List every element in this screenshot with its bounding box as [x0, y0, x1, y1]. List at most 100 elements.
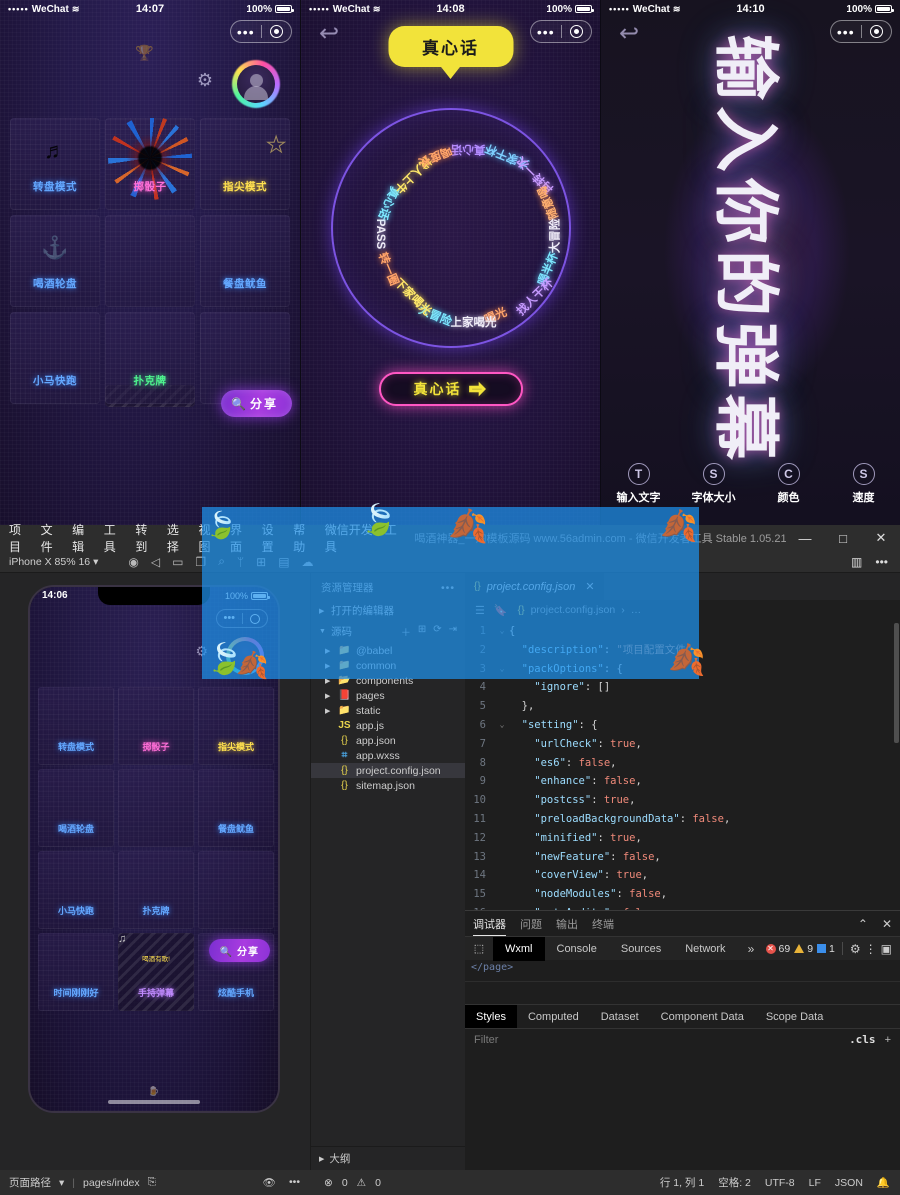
version-control-icon[interactable]: ᛘ	[237, 555, 244, 569]
editor-tab-project-config[interactable]: {} project.config.json ✕	[465, 573, 604, 600]
game-tile[interactable]: ⚓ 喝酒轮盘	[10, 215, 100, 307]
collapse-panel-icon[interactable]: ⌃	[858, 917, 868, 931]
more-actions-icon[interactable]: •••	[441, 582, 455, 594]
game-tile[interactable]: 掷骰子	[118, 687, 194, 765]
refresh-icon[interactable]: ⟳	[433, 624, 441, 639]
language-mode[interactable]: JSON	[835, 1177, 863, 1189]
new-file-icon[interactable]: ＋	[401, 624, 411, 639]
tree-item-pages[interactable]: ▶ 📕 pages	[311, 688, 465, 703]
tree-item-project-config-json[interactable]: {} project.config.json	[311, 763, 465, 778]
back-arrow-icon[interactable]: ↩	[319, 22, 339, 46]
upload-icon[interactable]: ☁	[302, 555, 314, 569]
chevron-right-icon[interactable]: ▶	[325, 647, 333, 655]
minimize-button[interactable]: —	[786, 525, 824, 551]
open-editors-section[interactable]: ▶ 打开的编辑器	[311, 600, 465, 621]
game-tile[interactable]: 小马快跑	[38, 851, 114, 929]
add-rule-button[interactable]: +	[885, 1034, 891, 1046]
simulator-device-select[interactable]: iPhone X 85% 16 ▾	[0, 556, 98, 568]
collapse-all-icon[interactable]: ⇥	[449, 624, 457, 639]
color-tool[interactable]: C 颜色	[751, 463, 826, 515]
copy-icon[interactable]: ⎘	[148, 1176, 156, 1189]
menu-item-help[interactable]: 帮助	[293, 521, 315, 555]
speed-tool[interactable]: S 速度	[826, 463, 900, 515]
cursor-position[interactable]: 行 1, 列 1	[660, 1175, 704, 1190]
close-panel-icon[interactable]: ✕	[882, 917, 892, 931]
spin-wheel[interactable]: 真心话 大家干杯 再转一次 随意喝 大冒险 喝半杯 找人干杯 喝光 上家喝光 大…	[331, 108, 571, 348]
close-target-icon[interactable]	[243, 614, 268, 624]
outline-list-icon[interactable]: ☰	[475, 604, 485, 617]
panel-tab-problems[interactable]: 问题	[520, 912, 542, 935]
menu-item-goto[interactable]: 转到	[135, 521, 157, 555]
tree-item-common[interactable]: ▶ 📁 common	[311, 658, 465, 673]
compile-icon[interactable]: ◉	[128, 555, 138, 569]
wechat-capsule-1[interactable]: •••	[230, 20, 292, 43]
menu-item-view[interactable]: 视图	[198, 521, 220, 555]
close-target-icon[interactable]	[862, 25, 892, 38]
tree-item-static[interactable]: ▶ 📁 static	[311, 703, 465, 718]
error-count-badge[interactable]: ✕ 69	[766, 943, 791, 955]
more-actions-icon[interactable]: •••	[875, 555, 888, 569]
menu-item-settings[interactable]: 设置	[262, 521, 284, 555]
wechat-capsule-sim[interactable]: •••	[216, 609, 268, 628]
menu-item-edit[interactable]: 编辑	[72, 521, 94, 555]
game-tile[interactable]: 餐盘鱿鱼	[200, 215, 290, 307]
input-text-tool[interactable]: T 输入文字	[601, 463, 676, 515]
bell-icon[interactable]: 🔔	[877, 1176, 890, 1189]
styles-tab-component-data[interactable]: Component Data	[650, 1005, 755, 1028]
close-target-icon[interactable]	[262, 25, 292, 38]
panel-tab-terminal[interactable]: 终端	[592, 912, 614, 935]
game-tile[interactable]: 喝酒有歌! ♫ 手持弹幕	[118, 933, 194, 1011]
split-editor-icon[interactable]: ▥	[851, 555, 862, 569]
more-icon[interactable]: •••	[289, 1176, 300, 1189]
eye-icon[interactable]: 👁	[263, 1176, 276, 1189]
filter-input[interactable]: Filter	[474, 1034, 498, 1046]
game-tile[interactable]: ♬ 转盘模式	[10, 118, 100, 210]
back-arrow-icon[interactable]: ↩	[619, 22, 639, 46]
inspect-element-icon[interactable]: ⬚	[465, 942, 493, 955]
spin-result-button[interactable]: 真心话 ⇨	[379, 372, 523, 406]
cloud-icon[interactable]: ⊞	[256, 555, 266, 569]
bookmark-icon[interactable]: 🔖	[494, 604, 508, 617]
simulator-device[interactable]: 14:06 100% ••• ⚙ 转盘模式	[28, 585, 280, 1113]
wechat-capsule-3[interactable]: •••	[830, 20, 892, 43]
more-tabs-icon[interactable]: »	[738, 942, 765, 956]
chevron-right-icon[interactable]: ▶	[325, 707, 333, 715]
menu-dots-icon[interactable]: •••	[231, 25, 261, 39]
page-path-value[interactable]: pages/index	[83, 1177, 140, 1189]
fold-icon[interactable]: ⌄	[495, 716, 509, 735]
game-tile[interactable]: ★ 指尖模式	[200, 118, 290, 210]
encoding[interactable]: UTF-8	[765, 1177, 795, 1189]
search-icon[interactable]: ⌕	[218, 554, 225, 569]
close-icon[interactable]: ✕	[585, 580, 594, 593]
game-tile[interactable]: 扑克牌	[118, 851, 194, 929]
styles-tab-scope-data[interactable]: Scope Data	[755, 1005, 834, 1028]
font-size-tool[interactable]: S 字体大小	[676, 463, 751, 515]
devtools-tab-network[interactable]: Network	[673, 937, 737, 961]
game-tile[interactable]: 餐盘鱿鱼	[198, 769, 274, 847]
chevron-right-icon[interactable]: ▶	[325, 662, 333, 670]
devtools-tab-sources[interactable]: Sources	[609, 937, 673, 961]
avatar[interactable]	[232, 60, 280, 108]
details-icon[interactable]: ▤	[278, 555, 289, 569]
breadcrumb-file[interactable]: project.config.json	[531, 604, 616, 616]
chevron-down-icon[interactable]: ▾	[59, 1177, 64, 1189]
danmu-display[interactable]: 输入你的弹幕	[601, 30, 900, 470]
share-button-1[interactable]: 🔍 分享	[221, 390, 292, 417]
chevron-right-icon[interactable]: ▶	[325, 677, 333, 685]
panel-tab-output[interactable]: 输出	[556, 912, 578, 935]
source-root-section[interactable]: ▼ 源码 ＋ ⊞ ⟳ ⇥	[311, 621, 465, 642]
menu-item-devtools[interactable]: 微信开发者工具	[325, 521, 401, 555]
share-button-sim[interactable]: 🔍 分享	[209, 939, 270, 962]
eol[interactable]: LF	[809, 1177, 821, 1189]
breadcrumb-tail[interactable]: …	[631, 604, 642, 616]
panel-tab-debugger[interactable]: 调试器	[473, 912, 506, 936]
devtools-tab-console[interactable]: Console	[545, 937, 609, 961]
styles-tab-computed[interactable]: Computed	[517, 1005, 590, 1028]
game-tile[interactable]: 喝酒轮盘	[38, 769, 114, 847]
menu-item-tools[interactable]: 工具	[104, 521, 126, 555]
new-folder-icon[interactable]: ⊞	[418, 624, 426, 639]
tree-item-babel[interactable]: ▶ 📁 @babel	[311, 643, 465, 658]
maximize-button[interactable]: □	[824, 525, 862, 551]
menu-item-file[interactable]: 文件	[41, 521, 63, 555]
tree-item-components[interactable]: ▶ 📂 components	[311, 673, 465, 688]
